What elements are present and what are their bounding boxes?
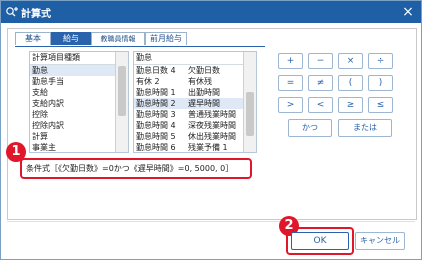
list-item[interactable]: 勤怠手当: [30, 76, 116, 87]
item-name: 休出残業時間: [188, 132, 236, 141]
tab-staff-info[interactable]: 教職員情報: [91, 32, 145, 45]
equals-button[interactable]: =: [278, 75, 303, 91]
item-code: 勤怠日数 4: [136, 66, 176, 75]
step-1-badge: 1: [6, 142, 26, 162]
not-equals-button[interactable]: ≠: [308, 75, 333, 91]
list-item[interactable]: 勤怠時間 6 残業予備 1: [134, 142, 244, 153]
tab-underline: [15, 46, 265, 47]
item-code: 有休 2: [136, 77, 160, 86]
item-name: 欠勤日数: [188, 66, 220, 75]
greater-than-button[interactable]: >: [278, 97, 303, 113]
close-icon[interactable]: ×: [399, 3, 417, 21]
footer-divider: [7, 221, 415, 222]
scroll-thumb[interactable]: [118, 66, 126, 116]
item-code: 勤怠時間 1: [136, 88, 176, 97]
list-item[interactable]: 控除内訳: [30, 120, 116, 131]
item-code: 勤怠時間 5: [136, 132, 176, 141]
or-button[interactable]: または: [338, 119, 392, 137]
item-list[interactable]: 勤怠 勤怠日数 4 欠勤日数 有休 2 有休残 勤怠時間 1 出勤時間 勤怠時間 2 遅…: [133, 51, 257, 153]
list-item[interactable]: 勤怠時間 1 出勤時間: [134, 87, 244, 98]
list-item[interactable]: 勤怠時間 5 休出残業時間: [134, 131, 244, 142]
ok-button[interactable]: OK: [291, 232, 349, 250]
item-code: 勤怠時間 6: [136, 143, 176, 152]
item-name: 遅早時間: [188, 99, 220, 108]
list-item[interactable]: 控除: [30, 109, 116, 120]
item-list-header: 勤怠: [134, 52, 244, 65]
item-type-list-header: 計算項目種類: [30, 52, 116, 65]
list-item[interactable]: 勤怠: [30, 65, 116, 76]
item-name: 普通残業時間: [188, 110, 236, 119]
tab-prev-month-salary[interactable]: 前月給与: [145, 32, 187, 45]
list-item[interactable]: 有休 2 有休残: [134, 76, 244, 87]
item-name: 出勤時間: [188, 88, 220, 97]
item-name: 残業予備 1: [188, 143, 228, 152]
formula-icon: [6, 7, 18, 17]
less-equal-button[interactable]: ≤: [368, 97, 393, 113]
item-code: 勤怠時間 4: [136, 121, 176, 130]
multiply-button[interactable]: ×: [338, 53, 363, 69]
list-item[interactable]: 支給内訳: [30, 98, 116, 109]
greater-equal-button[interactable]: ≥: [338, 97, 363, 113]
plus-button[interactable]: +: [278, 53, 303, 69]
cancel-button[interactable]: キャンセル: [355, 232, 405, 250]
minus-button[interactable]: −: [308, 53, 333, 69]
scroll-thumb[interactable]: [246, 92, 254, 136]
formula-expression-field[interactable]: 条件式［《欠勤日数》=0かつ《遅早時間》=0, 5000, 0］: [20, 158, 252, 179]
window-title: 計算式: [21, 9, 51, 20]
tab-basic[interactable]: 基本: [15, 32, 51, 45]
item-type-list[interactable]: 計算項目種類 勤怠 勤怠手当 支給 支給内訳 控除 控除内訳 計算 事業主: [29, 51, 129, 153]
item-list-scrollbar[interactable]: [243, 52, 256, 152]
list-item[interactable]: 勤怠時間 2 遅早時間: [134, 98, 244, 109]
list-item[interactable]: 支給: [30, 87, 116, 98]
divide-button[interactable]: ÷: [368, 53, 393, 69]
item-name: 深夜残業時間: [188, 121, 236, 130]
list-item[interactable]: 勤怠時間 3 普通残業時間: [134, 109, 244, 120]
formula-dialog: 計算式 × 基本 給与 教職員情報 前月給与 計算項目種類 勤怠 勤怠手当 支給…: [0, 0, 422, 260]
tab-salary[interactable]: 給与: [51, 32, 91, 45]
item-code: 勤怠時間 3: [136, 110, 176, 119]
list-item[interactable]: 事業主: [30, 142, 116, 153]
open-paren-button[interactable]: (: [338, 75, 363, 91]
less-than-button[interactable]: <: [308, 97, 333, 113]
item-code: 勤怠時間 2: [136, 99, 176, 108]
close-paren-button[interactable]: ): [368, 75, 393, 91]
item-type-scrollbar[interactable]: [115, 52, 128, 152]
title-bar: 計算式 ×: [1, 1, 421, 23]
item-name: 有休残: [188, 77, 212, 86]
list-item[interactable]: 計算: [30, 131, 116, 142]
and-button[interactable]: かつ: [288, 119, 332, 137]
list-item[interactable]: 勤怠日数 4 欠勤日数: [134, 65, 244, 76]
list-item[interactable]: 勤怠時間 4 深夜残業時間: [134, 120, 244, 131]
